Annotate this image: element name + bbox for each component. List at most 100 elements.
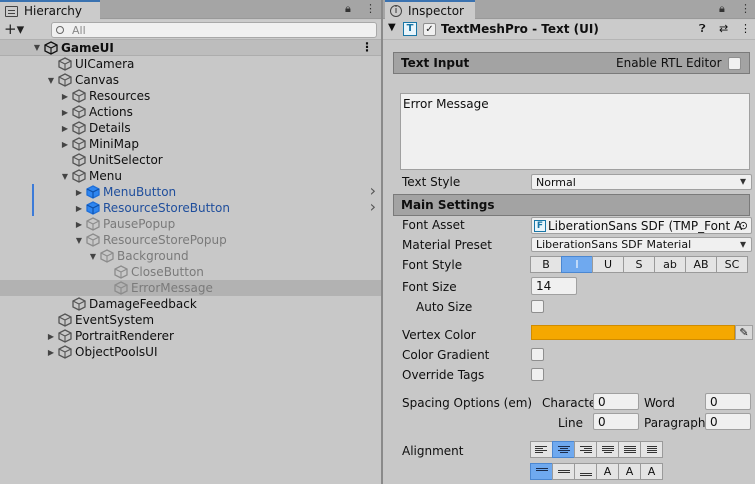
hierarchy-row[interactable]: ▼ Menu	[0, 168, 381, 184]
align-flush-icon[interactable]	[618, 441, 641, 458]
line-spacing-label: Line	[558, 416, 584, 430]
expand-arrow-icon[interactable]: ▶	[74, 188, 84, 197]
hierarchy-row[interactable]: ▶ Details	[0, 120, 381, 136]
font-style-button[interactable]: ab	[654, 256, 686, 273]
tab-hierarchy[interactable]: Hierarchy	[0, 0, 100, 20]
expand-arrow-icon[interactable]: ▶	[74, 220, 84, 229]
align-left-icon[interactable]	[530, 441, 553, 458]
eyedropper-icon[interactable]: ✎	[735, 325, 753, 340]
open-prefab-chevron-icon[interactable]: ›	[370, 197, 376, 216]
scene-menu-icon[interactable]: ⋮	[361, 40, 373, 54]
presets-icon[interactable]: ⇄	[719, 22, 728, 35]
component-enabled-checkbox[interactable]: ✓	[423, 23, 436, 36]
hierarchy-row[interactable]: ErrorMessage	[0, 280, 381, 296]
character-spacing-field[interactable]: 0	[593, 393, 639, 410]
hierarchy-row[interactable]: ▼ Background	[0, 248, 381, 264]
component-menu-icon[interactable]: ⋮	[740, 22, 751, 35]
font-asset-field[interactable]: F LiberationSans SDF (TMP_Font A ⊙	[531, 217, 752, 234]
font-style-button[interactable]: AB	[685, 256, 717, 273]
horizontal-alignment-buttons	[530, 441, 663, 458]
lock-icon[interactable]: 🔒︎	[719, 2, 725, 16]
hierarchy-row[interactable]: CloseButton	[0, 264, 381, 280]
collapse-arrow-icon[interactable]: ▼	[388, 22, 396, 33]
line-spacing-value: 0	[598, 414, 606, 429]
search-input[interactable]: All	[51, 22, 377, 38]
hierarchy-row-label: ErrorMessage	[131, 281, 213, 295]
gameobject-icon	[72, 153, 86, 167]
hierarchy-row[interactable]: EventSystem	[0, 312, 381, 328]
gameobject-icon	[86, 217, 100, 231]
align-midline-icon[interactable]: A	[618, 463, 641, 480]
help-icon[interactable]: ❓︎	[699, 22, 706, 36]
hierarchy-row[interactable]: DamageFeedback	[0, 296, 381, 312]
expand-arrow-icon[interactable]: ▶	[74, 204, 84, 213]
align-justified-icon[interactable]	[596, 441, 619, 458]
align-bottom-icon[interactable]	[574, 463, 597, 480]
material-preset-dropdown[interactable]: LiberationSans SDF Material	[531, 237, 752, 252]
font-size-field[interactable]: 14	[531, 277, 577, 295]
hierarchy-row-label: MiniMap	[89, 137, 139, 151]
hierarchy-row[interactable]: ▶ Actions	[0, 104, 381, 120]
hierarchy-row[interactable]: ▶ ResourceStoreButton ›	[0, 197, 381, 216]
align-baseline-icon[interactable]: A	[596, 463, 619, 480]
hierarchy-row[interactable]: UnitSelector	[0, 152, 381, 168]
textmeshpro-icon: T	[403, 22, 417, 36]
font-style-button[interactable]: B	[530, 256, 562, 273]
expand-arrow-icon[interactable]: ▶	[60, 140, 70, 149]
font-size-label: Font Size	[402, 280, 457, 294]
hierarchy-row-label: GameUI	[61, 40, 114, 55]
text-style-dropdown[interactable]: Normal	[531, 174, 752, 190]
hierarchy-row[interactable]: ▶ MenuButton ›	[0, 181, 381, 200]
font-asset-value: LiberationSans SDF (TMP_Font A	[548, 218, 743, 233]
hierarchy-row[interactable]: ▶ PausePopup	[0, 216, 381, 232]
vertex-color-swatch[interactable]	[531, 325, 735, 340]
hierarchy-row[interactable]: UICamera	[0, 56, 381, 72]
expand-arrow-icon[interactable]: ▼	[88, 252, 98, 261]
expand-arrow-icon[interactable]: ▼	[46, 76, 56, 85]
align-middle-icon[interactable]	[552, 463, 575, 480]
expand-arrow-icon[interactable]: ▼	[32, 43, 42, 52]
hierarchy-row[interactable]: ▼ Canvas	[0, 72, 381, 88]
expand-arrow-icon[interactable]: ▶	[46, 332, 56, 341]
expand-arrow-icon[interactable]: ▼	[60, 172, 70, 181]
prefab-override-marker	[32, 184, 34, 200]
hierarchy-row[interactable]: ▼ ResourceStorePopup	[0, 232, 381, 248]
lock-icon[interactable]: 🔒︎	[345, 2, 351, 16]
hierarchy-row[interactable]: ▶ ObjectPoolsUI	[0, 344, 381, 360]
expand-arrow-icon[interactable]: ▶	[60, 108, 70, 117]
gameobject-icon	[58, 329, 72, 343]
more-options-icon[interactable]: ⋮	[365, 2, 376, 15]
font-style-button[interactable]: I	[561, 256, 593, 273]
align-top-icon[interactable]	[530, 463, 553, 480]
align-right-icon[interactable]	[574, 441, 597, 458]
align-geometry-center-icon[interactable]	[640, 441, 663, 458]
font-style-button[interactable]: S	[623, 256, 655, 273]
font-style-button[interactable]: SC	[716, 256, 748, 273]
expand-arrow-icon[interactable]: ▶	[60, 124, 70, 133]
tab-inspector[interactable]: i Inspector	[385, 0, 475, 20]
line-spacing-field[interactable]: 0	[593, 413, 639, 430]
align-center-icon[interactable]	[552, 441, 575, 458]
component-header[interactable]: ▼ T ✓ TextMeshPro - Text (UI) ❓︎ ⇄ ⋮	[383, 20, 755, 40]
more-options-icon[interactable]: ⋮	[740, 2, 751, 15]
expand-arrow-icon[interactable]: ▼	[74, 236, 84, 245]
auto-size-checkbox[interactable]	[531, 300, 544, 313]
enable-rtl-checkbox[interactable]	[728, 57, 741, 70]
paragraph-spacing-field[interactable]: 0	[705, 413, 751, 430]
color-gradient-checkbox[interactable]	[531, 348, 544, 361]
align-capline-icon[interactable]: A	[640, 463, 663, 480]
font-style-button[interactable]: U	[592, 256, 624, 273]
object-picker-icon[interactable]: ⊙	[739, 219, 748, 232]
expand-arrow-icon[interactable]: ▶	[60, 92, 70, 101]
text-input-field[interactable]: Error Message	[400, 93, 750, 170]
hierarchy-row-label: Menu	[89, 169, 122, 183]
scene-row[interactable]: ▼ GameUI ⋮	[0, 40, 381, 56]
hierarchy-row[interactable]: ▶ MiniMap	[0, 136, 381, 152]
hierarchy-row[interactable]: ▶ Resources	[0, 88, 381, 104]
add-button[interactable]: +▾	[4, 21, 34, 38]
hierarchy-row-label: ResourceStorePopup	[103, 233, 227, 247]
hierarchy-row[interactable]: ▶ PortraitRenderer	[0, 328, 381, 344]
override-tags-checkbox[interactable]	[531, 368, 544, 381]
word-spacing-field[interactable]: 0	[705, 393, 751, 410]
expand-arrow-icon[interactable]: ▶	[46, 348, 56, 357]
